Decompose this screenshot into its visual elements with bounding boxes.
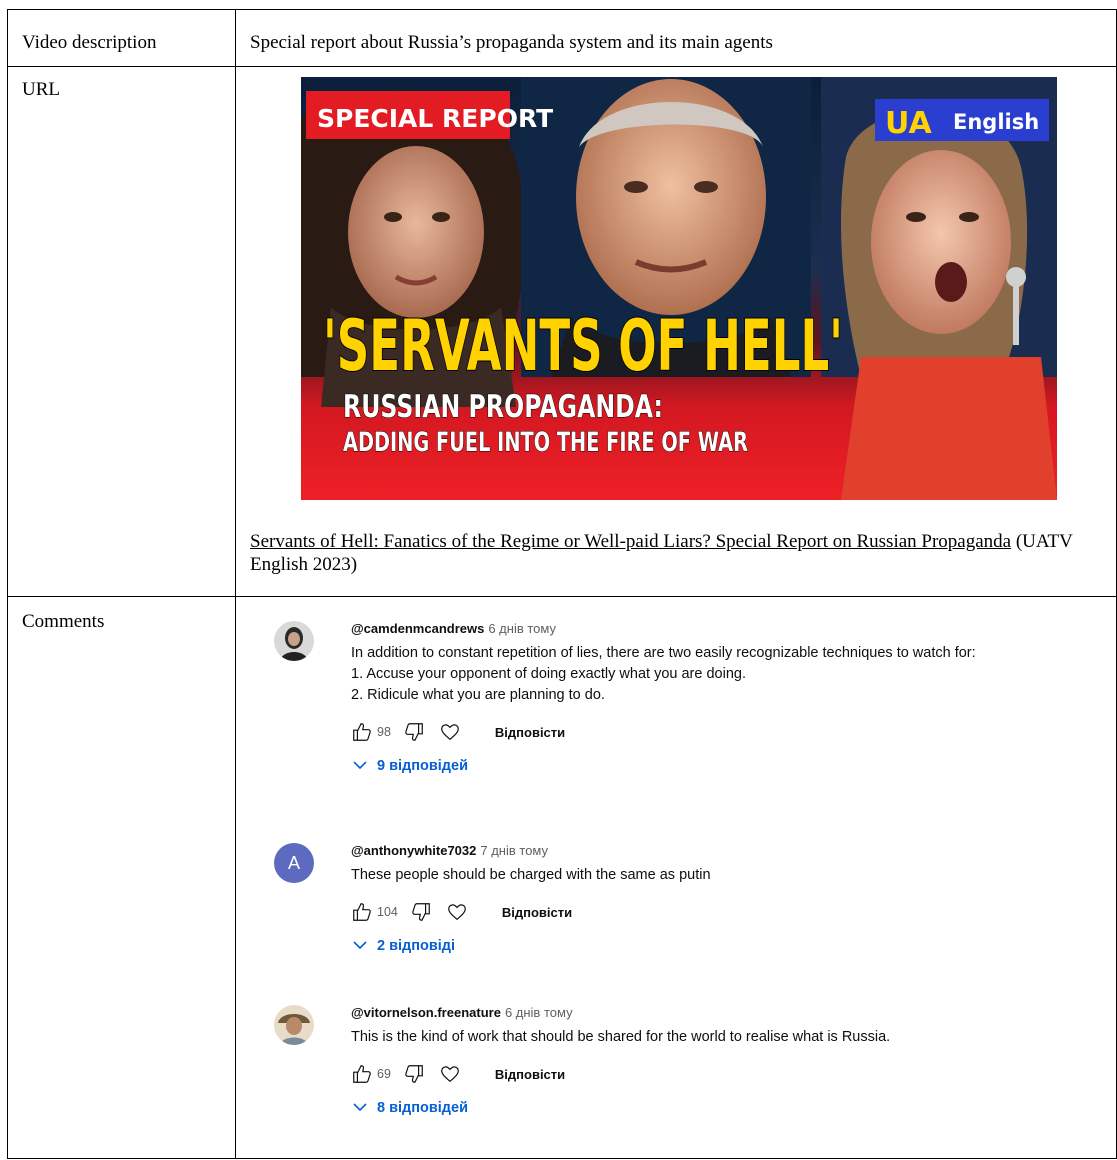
comment-body: @camdenmcandrews 6 днів тому In addition …	[351, 621, 1117, 774]
citation: Servants of Hell: Fanatics of the Regime…	[236, 500, 1116, 576]
like-count: 98	[377, 725, 391, 739]
avatar-letter: A	[287, 852, 300, 873]
comment-username[interactable]: @camdenmcandrews	[351, 621, 484, 636]
chevron-down-icon	[353, 1100, 367, 1116]
comment-timestamp[interactable]: 7 днів тому	[480, 843, 548, 858]
like-icon[interactable]	[351, 1063, 373, 1085]
comment-actions: 69 Відповісти	[351, 1062, 1117, 1086]
value-cell: @camdenmcandrews 6 днів тому In addition …	[235, 596, 1117, 1159]
comment-timestamp[interactable]: 6 днів тому	[488, 621, 556, 636]
label-comments: Comments	[22, 611, 105, 632]
comment-username[interactable]: @anthonywhite7032	[351, 843, 476, 858]
heart-icon[interactable]	[446, 901, 468, 923]
label-video-description: Video description	[22, 32, 157, 53]
avatar-image	[274, 1005, 314, 1045]
dislike-icon[interactable]	[403, 1063, 425, 1085]
comment-header: @anthonywhite7032 7 днів тому	[351, 843, 1117, 859]
view-replies-button[interactable]: 9 відповідей	[351, 758, 1117, 774]
replies-count: 8 відповідей	[377, 1100, 468, 1116]
label-cell: Comments	[7, 596, 236, 1159]
comment-line: These people should be charged with the …	[351, 867, 711, 883]
replies-count: 2 відповіді	[377, 938, 456, 954]
video-description-text: Special report about Russia’s propaganda…	[250, 32, 773, 53]
comment-text: This is the kind of work that should be …	[351, 1027, 1117, 1048]
view-replies-button[interactable]: 2 відповіді	[351, 938, 1117, 954]
label-url: URL	[22, 79, 60, 100]
view-replies-button[interactable]: 8 відповідей	[351, 1100, 1117, 1116]
label-cell: URL	[7, 66, 236, 597]
comment-timestamp[interactable]: 6 днів тому	[505, 1005, 573, 1020]
chevron-down-icon	[353, 758, 367, 774]
thumbnail-graphic: SPECIAL REPORT UA English 'SERVANTS OF H…	[301, 77, 1057, 500]
reply-button[interactable]: Відповісти	[495, 1067, 565, 1082]
badge-text: SPECIAL REPORT	[317, 104, 553, 133]
row-url: URL SPECIAL REPORT UA English 'SERVANTS …	[7, 66, 1117, 597]
row-comments: Comments @camdenmcandrews 6 днів тому In…	[7, 596, 1117, 1159]
ua-logo-mark: UA	[885, 106, 932, 141]
avatar[interactable]	[274, 621, 314, 661]
comment-text: In addition to constant repetition of li…	[351, 643, 1117, 706]
thumbnail-headline: 'SERVANTS OF HELL'	[323, 305, 843, 387]
chevron-down-icon	[353, 938, 367, 954]
reply-button[interactable]: Відповісти	[502, 905, 572, 920]
heart-icon[interactable]	[439, 721, 461, 743]
reply-button[interactable]: Відповісти	[495, 725, 565, 740]
comment-line: 1. Accuse your opponent of doing exactly…	[351, 666, 746, 682]
avatar[interactable]	[274, 1005, 314, 1045]
dislike-icon[interactable]	[403, 721, 425, 743]
heart-icon[interactable]	[439, 1063, 461, 1085]
comment-body: @vitornelson.freenature 6 днів тому This …	[351, 1005, 1117, 1116]
comment-text: These people should be charged with the …	[351, 865, 1117, 886]
dislike-icon[interactable]	[410, 901, 432, 923]
video-thumbnail[interactable]: SPECIAL REPORT UA English 'SERVANTS OF H…	[301, 77, 1057, 500]
thumbnail-subline-1: RUSSIAN PROPAGANDA:	[343, 389, 663, 425]
comment-body: @anthonywhite7032 7 днів тому These peopl…	[351, 843, 1117, 954]
like-icon[interactable]	[351, 901, 373, 923]
value-cell: SPECIAL REPORT UA English 'SERVANTS OF H…	[235, 66, 1117, 597]
video-link[interactable]: Servants of Hell: Fanatics of the Regime…	[250, 531, 1011, 552]
thumbnail-subline-2: ADDING FUEL INTO THE FIRE OF WAR	[343, 427, 748, 458]
value-cell: Special report about Russia’s propaganda…	[235, 9, 1117, 67]
label-cell: Video description	[7, 9, 236, 67]
comment-actions: 98 Відповісти	[351, 720, 1117, 744]
avatar-image	[274, 621, 314, 661]
replies-count: 9 відповідей	[377, 758, 468, 774]
comment-line: This is the kind of work that should be …	[351, 1029, 891, 1045]
info-table: Video description Special report about R…	[7, 9, 1117, 1159]
like-count: 69	[377, 1067, 391, 1081]
like-icon[interactable]	[351, 721, 373, 743]
comment-line: In addition to constant repetition of li…	[351, 645, 976, 661]
comment-header: @camdenmcandrews 6 днів тому	[351, 621, 1117, 637]
comment-header: @vitornelson.freenature 6 днів тому	[351, 1005, 1117, 1021]
row-video-description: Video description Special report about R…	[7, 9, 1117, 67]
avatar[interactable]: A	[274, 843, 314, 883]
ua-logo-text: English	[953, 110, 1039, 134]
comment-line: 2. Ridicule what you are planning to do.	[351, 687, 605, 703]
comment-username[interactable]: @vitornelson.freenature	[351, 1005, 501, 1020]
comment-actions: 104 Відповісти	[351, 900, 1117, 924]
like-count: 104	[377, 905, 398, 919]
